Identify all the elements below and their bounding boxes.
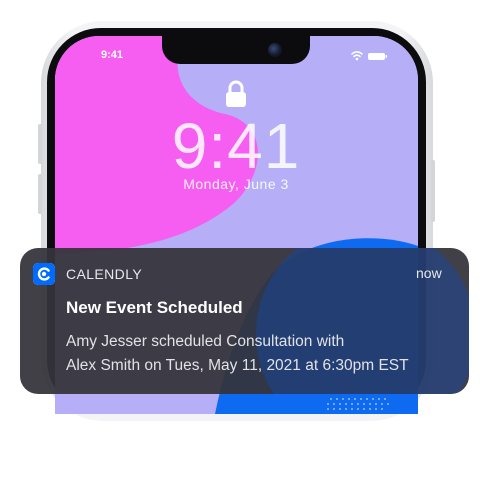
notification-body-line: Alex Smith on Tues, May 11, 2021 at 6:30… (66, 357, 409, 374)
volume-down-button (38, 174, 42, 214)
lock-icon (226, 80, 246, 107)
battery-icon (368, 53, 387, 60)
notification-time: now (416, 265, 442, 281)
front-camera (268, 43, 282, 57)
volume-up-button (38, 124, 42, 164)
lock-screen-clock: 9:41 (171, 110, 301, 182)
lock-screen-date: Monday, June 3 (183, 176, 289, 192)
power-button (431, 160, 435, 222)
notch (162, 36, 310, 64)
notification-title: New Event Scheduled (66, 298, 243, 317)
status-bar-time: 9:41 (100, 49, 124, 61)
notification-app-name: CALENDLY (66, 266, 143, 282)
calendly-logo-icon (33, 263, 55, 285)
notification-body-line: Amy Jesser scheduled Consultation with (66, 333, 345, 350)
notification-banner[interactable]: CALENDLY now New Event Scheduled Amy Jes… (20, 248, 469, 394)
status-bar-icons (351, 51, 387, 61)
notification-body: Amy Jesser scheduled Consultation with A… (66, 330, 462, 378)
wifi-icon (351, 51, 363, 61)
